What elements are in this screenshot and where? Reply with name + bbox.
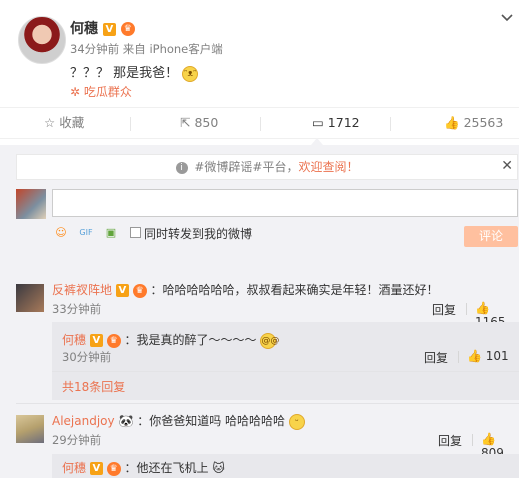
like-count: 25563 <box>463 115 504 130</box>
author-avatar[interactable] <box>18 16 66 64</box>
repost-checkbox-label: 同时转发到我的微博 <box>144 227 253 241</box>
commenter-avatar[interactable] <box>16 415 44 443</box>
dizzy-emoji-icon: @@ <box>260 332 279 349</box>
notice-link[interactable]: 欢迎查阅！ <box>298 160 358 174</box>
my-avatar <box>16 189 46 219</box>
smirk-emoji-icon: ᵕ <box>288 413 305 430</box>
comment-text: ：哈哈哈哈哈哈，叔叔看起来确实是年轻！酒量还好！ <box>150 283 439 297</box>
panda-icon: 🐼 <box>118 414 134 428</box>
verified-badge: V <box>89 462 103 475</box>
reply-button[interactable]: 回复 <box>424 349 448 366</box>
post-text: ？？？ 那是我爸！ ᵔᴥᵔ <box>70 62 199 82</box>
verified-badge: V <box>102 22 116 36</box>
divider <box>472 434 473 446</box>
topic-link[interactable]: ✲ 吃瓜群众 <box>70 83 132 100</box>
like-button[interactable]: 👍 25563 <box>444 108 503 140</box>
laugh-emoji-icon: ᵔᴥᵔ <box>182 65 199 82</box>
commenter-name[interactable]: Alejandjoy <box>52 414 115 428</box>
vip-icon: ♛ <box>106 461 121 476</box>
cat-emoji-icon: 🐱 <box>212 461 225 475</box>
info-icon: i <box>175 161 188 174</box>
action-bar: ☆ 收藏 ⇱ 850 ▭ 1712 👍 25563 <box>0 107 519 139</box>
flower-icon: ✲ <box>70 85 81 99</box>
emoji-icon[interactable]: ☺ <box>52 225 70 241</box>
favorite-button[interactable]: ☆ 收藏 <box>44 108 84 140</box>
post-author[interactable]: 何穗 V ♛ <box>70 18 135 38</box>
reply-row: 何穗 V ♛ ：他还在飞机上 🐱 <box>62 459 225 476</box>
commenter-avatar[interactable] <box>16 284 44 312</box>
reply-time: 30分钟前 <box>62 350 112 364</box>
comment-row: Alejandjoy 🐼 ：你爸爸知道吗 哈哈哈哈哈 ᵕ <box>52 412 305 430</box>
reply-author[interactable]: 何穗 <box>62 333 86 347</box>
star-icon: ☆ <box>44 115 56 130</box>
comment-time: 33分钟前 <box>52 302 102 316</box>
divider <box>16 403 519 404</box>
more-replies-link[interactable]: 共18条回复 <box>62 378 125 395</box>
comment-input[interactable] <box>52 189 518 217</box>
reply-author[interactable]: 何穗 <box>62 461 86 475</box>
reply-like-count: 101 <box>485 349 509 363</box>
divider <box>52 371 519 372</box>
repost-icon: ⇱ <box>180 115 191 130</box>
author-name[interactable]: 何穗 <box>70 21 98 37</box>
vip-icon: ♛ <box>120 22 135 36</box>
submit-comment-button[interactable]: 评论 <box>464 226 518 247</box>
topic-label[interactable]: 吃瓜群众 <box>84 85 132 99</box>
comment-row: 反裤衩阵地 V ♛ ：哈哈哈哈哈哈，叔叔看起来确实是年轻！酒量还好！ <box>52 281 439 298</box>
reply-text: ：他还在飞机上 <box>124 461 209 475</box>
comment-time: 29分钟前 <box>52 433 102 447</box>
divider <box>260 117 261 131</box>
reply-like-button[interactable]: 👍 101 <box>467 349 509 363</box>
thumbs-up-icon: 👍 <box>444 115 460 130</box>
reply-row: 何穗 V ♛ ：我是真的醉了～～～～ @@ <box>62 331 279 349</box>
rumor-notice: i #微博辟谣#平台，欢迎查阅！ <box>16 154 518 180</box>
divider <box>390 117 391 131</box>
post-meta: 34分钟前 来自 iPhone客户端 <box>70 42 223 56</box>
comment-count: 1712 <box>327 115 360 130</box>
post-text-content: ？？？ 那是我爸！ <box>70 66 179 81</box>
verified-badge: V <box>89 334 103 347</box>
reply-button[interactable]: 回复 <box>438 432 462 449</box>
image-icon[interactable]: ▣ <box>102 225 120 241</box>
thumbs-up-icon: 👍 <box>481 432 496 446</box>
notice-text: #微博辟谣#平台， <box>194 160 299 174</box>
thumbs-up-icon: 👍 <box>467 349 482 363</box>
close-icon[interactable]: ✕ <box>501 158 513 174</box>
favorite-label: 收藏 <box>59 115 85 130</box>
comment-caret <box>311 138 323 145</box>
repost-checkbox[interactable] <box>130 227 141 238</box>
thumbs-up-icon: 👍 <box>475 301 490 315</box>
gif-icon[interactable]: GIF <box>77 225 95 241</box>
comment-button[interactable]: ▭ 1712 <box>312 108 360 140</box>
divider <box>130 117 131 131</box>
comment-text: ：你爸爸知道吗 哈哈哈哈哈 <box>137 414 286 428</box>
repost-count: 850 <box>194 115 219 130</box>
vip-icon: ♛ <box>132 283 147 298</box>
vip-icon: ♛ <box>106 333 121 348</box>
reply-button[interactable]: 回复 <box>432 301 456 318</box>
comment-icon: ▭ <box>312 115 324 130</box>
reply-text: ：我是真的醉了～～～～ <box>124 333 257 347</box>
divider <box>466 303 467 315</box>
chevron-down-icon[interactable] <box>501 10 513 26</box>
repost-button[interactable]: ⇱ 850 <box>180 108 218 140</box>
verified-badge: V <box>115 284 129 297</box>
divider <box>458 351 459 363</box>
commenter-name[interactable]: 反裤衩阵地 <box>52 283 112 297</box>
